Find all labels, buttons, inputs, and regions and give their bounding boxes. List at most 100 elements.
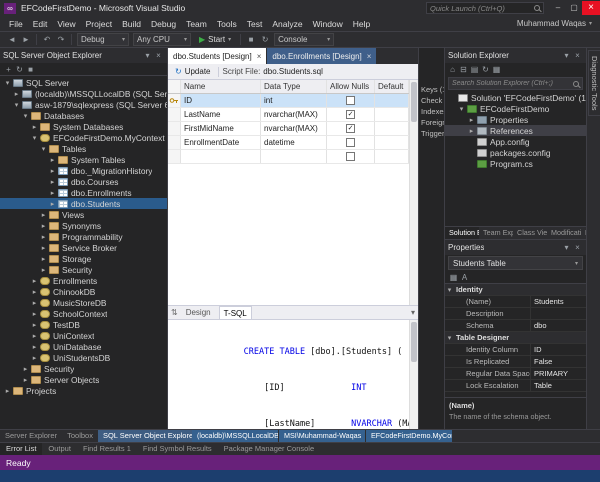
property-value[interactable]: ID	[530, 344, 586, 355]
show-all-files-icon[interactable]: ▤	[469, 65, 480, 74]
allow-nulls-checkbox[interactable]	[346, 152, 355, 161]
designer-row[interactable]: FirstMidName nvarchar(MAX)	[168, 122, 409, 136]
tree-item[interactable]: ▸ ChinookDB	[0, 286, 167, 297]
tree-item[interactable]: Program.cs	[445, 158, 586, 169]
panel-tab[interactable]: Find Symbol Results	[137, 443, 218, 455]
property-value[interactable]: False	[530, 356, 586, 367]
tree-item[interactable]: packages.config	[445, 147, 586, 158]
expander-icon[interactable]: ▸	[467, 127, 476, 135]
tree-item[interactable]: ▸ Views	[0, 209, 167, 220]
start-button[interactable]: ▶ Start ▾	[195, 33, 235, 46]
context-pane-item[interactable]: Triggers (0)	[419, 128, 444, 139]
menu-item[interactable]: Tools	[212, 19, 242, 29]
menu-item[interactable]: File	[4, 19, 28, 29]
menu-item[interactable]: Window	[308, 19, 348, 29]
object-selector[interactable]: Students Table ▾	[448, 256, 583, 270]
menu-item[interactable]: Edit	[28, 19, 53, 29]
close-icon[interactable]: ×	[572, 243, 583, 252]
expander-icon[interactable]: ▸	[30, 310, 39, 318]
dock-tab[interactable]: Team Explorer	[479, 227, 513, 239]
close-icon[interactable]: ×	[572, 51, 583, 60]
tree-item[interactable]: ▾ EFCodeFirstDemo.MyContext	[0, 132, 167, 143]
tree-item[interactable]: ▸ UniStudentsDB	[0, 352, 167, 363]
expander-icon[interactable]: ▾	[457, 105, 466, 113]
debug-target-select[interactable]: Debug ▾	[77, 33, 129, 46]
menu-item[interactable]: Help	[348, 19, 375, 29]
column-name-cell[interactable]: FirstMidName	[181, 122, 261, 135]
solution-search-input[interactable]	[452, 80, 573, 87]
data-type-cell[interactable]: nvarchar(MAX)	[261, 122, 327, 135]
tree-item[interactable]: ▸ dbo._MigrationHistory	[0, 165, 167, 176]
panel-tab[interactable]: Find Results 1	[77, 443, 137, 455]
close-button[interactable]: ×	[582, 1, 600, 15]
tree-item[interactable]: ▸ Security	[0, 264, 167, 275]
allow-nulls-checkbox[interactable]	[346, 110, 355, 119]
property-value[interactable]	[483, 284, 586, 295]
sql-code-editor[interactable]: CREATE TABLE [dbo].[Students] ( [ID] INT…	[168, 320, 409, 429]
property-row[interactable]: Regular Data Space Spec PRIMARY	[445, 368, 586, 380]
property-value[interactable]	[530, 308, 586, 319]
data-type-cell[interactable]: int	[261, 94, 327, 107]
menu-item[interactable]: Analyze	[267, 19, 307, 29]
tree-item[interactable]: ▸ Properties	[445, 114, 586, 125]
column-name-cell[interactable]: EnrollmentDate	[181, 136, 261, 149]
tree-item[interactable]: ▾ asw-1879\sqlexpress (SQL Server 6.0.60…	[0, 99, 167, 110]
dock-tab[interactable]: Class View	[513, 227, 547, 239]
navigate-back-icon[interactable]: ◄	[5, 33, 19, 46]
property-value[interactable]	[509, 332, 586, 343]
expander-icon[interactable]: ▸	[21, 365, 30, 373]
column-name-cell[interactable]	[181, 150, 261, 163]
expander-icon[interactable]: ▸	[30, 288, 39, 296]
tree-item[interactable]: Solution 'EFCodeFirstDemo' (1 project)	[445, 92, 586, 103]
expander-icon[interactable]: ▸	[12, 90, 21, 98]
diagnostic-tools-tab[interactable]: Diagnostic Tools	[588, 50, 600, 117]
menu-item[interactable]: Build	[117, 19, 146, 29]
expander-icon[interactable]: ▸	[48, 189, 57, 197]
update-button[interactable]: ↻ Update	[172, 67, 214, 76]
find-combo[interactable]: Console ▾	[274, 33, 335, 46]
close-icon[interactable]: ×	[367, 52, 372, 61]
property-row[interactable]: (Name) Students	[445, 296, 586, 308]
menu-item[interactable]: View	[52, 19, 80, 29]
allow-nulls-checkbox[interactable]	[346, 124, 355, 133]
expander-icon[interactable]: ▸	[21, 376, 30, 384]
tree-item[interactable]: ▸ Service Broker	[0, 242, 167, 253]
tree-item[interactable]: ▸ Storage	[0, 253, 167, 264]
add-server-icon[interactable]: +	[3, 65, 14, 74]
tree-item[interactable]: ▸ System Databases	[0, 121, 167, 132]
close-icon[interactable]: ×	[257, 52, 262, 61]
default-cell[interactable]	[375, 122, 409, 135]
tree-item[interactable]: ▸ SchoolContext	[0, 308, 167, 319]
tree-item[interactable]: ▸ dbo.Students	[0, 198, 167, 209]
expander-icon[interactable]: ▸	[39, 211, 48, 219]
home-icon[interactable]: ⌂	[447, 65, 458, 74]
tree-item[interactable]: ▾ EFCodeFirstDemo	[445, 103, 586, 114]
expander-icon[interactable]: ▸	[30, 123, 39, 131]
context-pane-item[interactable]: Check Constraints (0)	[419, 95, 444, 106]
window-menu-icon[interactable]: ▾	[142, 51, 153, 60]
document-tab[interactable]: dbo.Enrollments [Design] ×	[267, 48, 377, 64]
tree-item[interactable]: ▸ TestDB	[0, 319, 167, 330]
property-value[interactable]: dbo	[530, 320, 586, 331]
context-pane-item[interactable]: Indexes (0)	[419, 106, 444, 117]
panel-tab[interactable]: Package Manager Console	[218, 443, 320, 455]
dock-tab[interactable]: Toolbox	[62, 430, 98, 442]
connection-segment[interactable]: EFCodeFirstDemo.MyContext	[365, 430, 452, 442]
code-scrollbar[interactable]	[409, 320, 418, 429]
tree-item[interactable]: ▸ Server Objects	[0, 374, 167, 385]
document-tab[interactable]: dbo.Students [Design] ×	[168, 48, 267, 64]
pane-splitter-icon[interactable]: ⇅	[171, 308, 178, 317]
tree-item[interactable]: ▸ References	[445, 125, 586, 136]
data-type-cell[interactable]: nvarchar(MAX)	[261, 108, 327, 121]
context-pane-item[interactable]: Keys (1)	[419, 84, 444, 95]
expander-icon[interactable]: ▸	[39, 255, 48, 263]
undo-icon[interactable]: ↶	[40, 33, 54, 46]
tree-item[interactable]: ▸ Security	[0, 363, 167, 374]
expander-icon[interactable]: ▸	[48, 167, 57, 175]
window-menu-icon[interactable]: ▾	[561, 243, 572, 252]
property-row[interactable]: ▾ Identity	[445, 284, 586, 296]
expander-icon[interactable]: ▸	[30, 332, 39, 340]
expander-icon[interactable]: ▸	[39, 222, 48, 230]
tree-item[interactable]: ▸ UniDatabase	[0, 341, 167, 352]
close-icon[interactable]: ×	[153, 51, 164, 60]
